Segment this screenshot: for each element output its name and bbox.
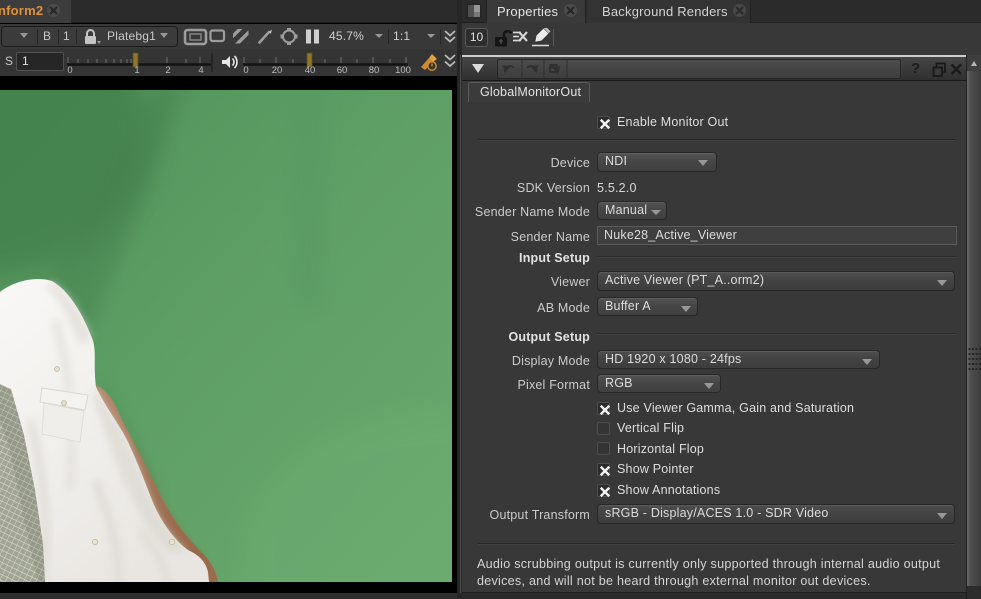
- svg-text:0: 0: [67, 65, 72, 76]
- svg-text:1: 1: [134, 65, 139, 76]
- svg-text:40: 40: [305, 65, 316, 76]
- svg-text:4: 4: [198, 65, 203, 76]
- svg-text:0: 0: [243, 65, 248, 76]
- svg-text:100: 100: [395, 65, 411, 76]
- svg-text:20: 20: [272, 65, 283, 76]
- svg-text:60: 60: [337, 65, 348, 76]
- svg-text:80: 80: [369, 65, 380, 76]
- svg-text:2: 2: [165, 65, 170, 76]
